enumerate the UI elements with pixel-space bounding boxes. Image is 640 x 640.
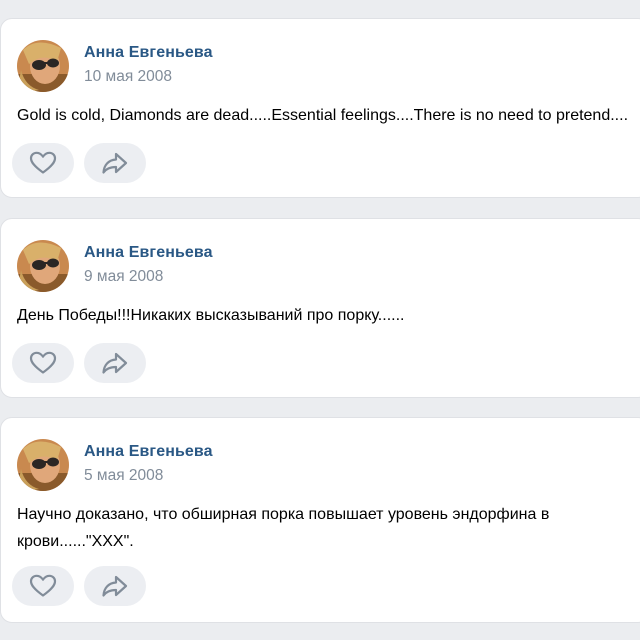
heart-icon xyxy=(29,351,57,374)
heart-icon xyxy=(29,151,57,174)
author-name[interactable]: Анна Евгеньева xyxy=(84,443,213,461)
share-arrow-icon xyxy=(102,575,128,597)
post-text: Научно доказано, что обширная порка повы… xyxy=(17,506,550,550)
author-avatar[interactable] xyxy=(17,439,69,491)
avatar-photo xyxy=(17,40,69,92)
share-button[interactable] xyxy=(84,143,146,183)
like-button[interactable] xyxy=(12,566,74,606)
share-button[interactable] xyxy=(84,566,146,606)
post-date[interactable]: 9 мая 2008 xyxy=(84,268,163,286)
author-name[interactable]: Анна Евгеньева xyxy=(84,44,213,62)
author-name[interactable]: Анна Евгеньева xyxy=(84,244,213,262)
author-avatar[interactable] xyxy=(17,40,69,92)
like-button[interactable] xyxy=(12,143,74,183)
post-text: День Победы!!!Никаких высказываний про п… xyxy=(17,307,405,324)
post-date[interactable]: 10 мая 2008 xyxy=(84,68,172,86)
post-text: Gold is cold, Diamonds are dead.....Esse… xyxy=(17,107,629,124)
like-button[interactable] xyxy=(12,343,74,383)
share-arrow-icon xyxy=(102,152,128,174)
news-feed: Анна Евгеньева 10 мая 2008 Gold is cold,… xyxy=(0,0,640,640)
share-button[interactable] xyxy=(84,343,146,383)
post-date[interactable]: 5 мая 2008 xyxy=(84,467,163,485)
share-arrow-icon xyxy=(102,352,128,374)
author-avatar[interactable] xyxy=(17,240,69,292)
heart-icon xyxy=(29,574,57,597)
post-card: Анна Евгеньева 10 мая 2008 Gold is cold,… xyxy=(0,18,640,198)
avatar-photo xyxy=(17,240,69,292)
avatar-photo xyxy=(17,439,69,491)
post-card: Анна Евгеньева 5 мая 2008 Научно доказан… xyxy=(0,417,640,623)
post-card: Анна Евгеньева 9 мая 2008 День Победы!!!… xyxy=(0,218,640,398)
